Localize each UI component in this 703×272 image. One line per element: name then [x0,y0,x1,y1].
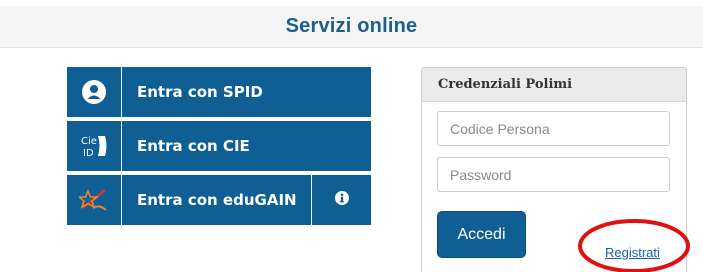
registrati-link[interactable]: Registrati [605,245,660,260]
edugain-icon [67,175,122,225]
page-title: Servizi online [285,15,418,37]
credentials-panel: Credenziali Polimi Accedi Registrati [421,67,687,272]
login-cie-label: Entra con CIE [137,137,250,155]
login-spid-label: Entra con SPID [137,83,263,101]
credentials-title: Credenziali Polimi [438,77,573,92]
spid-user-icon [67,67,122,117]
codice-persona-input[interactable] [437,111,670,146]
credentials-header: Credenziali Polimi [422,68,686,102]
svg-text:ID: ID [83,148,94,159]
info-icon [334,190,349,210]
password-input[interactable] [437,157,670,192]
edugain-info-button[interactable] [311,175,371,225]
cie-id-icon: Cie ID [67,121,122,171]
accedi-button[interactable]: Accedi [437,211,526,258]
page-header: Servizi online [0,6,703,48]
svg-text:Cie: Cie [81,136,97,147]
login-edugain-button[interactable]: Entra con eduGAIN [67,175,311,225]
login-edugain-label: Entra con eduGAIN [137,191,297,209]
login-cie-button[interactable]: Cie ID Entra con CIE [67,121,371,171]
login-spid-button[interactable]: Entra con SPID [67,67,371,117]
